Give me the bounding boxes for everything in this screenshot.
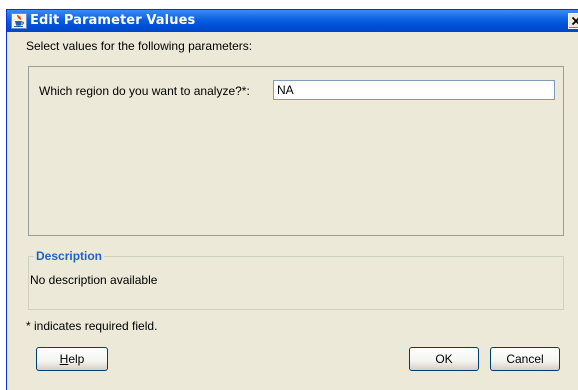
cancel-button[interactable]: Cancel (490, 347, 560, 371)
java-cup-icon (11, 13, 27, 29)
region-parameter-label: Which region do you want to analyze?*: (39, 84, 250, 98)
help-button[interactable]: Help (36, 347, 108, 371)
region-parameter-input[interactable] (273, 80, 555, 100)
instruction-text: Select values for the following paramete… (26, 39, 253, 53)
required-field-note: * indicates required field. (26, 319, 158, 333)
help-label: elp (68, 352, 85, 366)
close-icon[interactable] (568, 13, 578, 29)
dialog-title: Edit Parameter Values (30, 13, 196, 28)
title-bar[interactable]: Edit Parameter Values (7, 10, 578, 32)
ok-button[interactable]: OK (409, 347, 479, 371)
description-text: No description available (30, 273, 158, 287)
parameters-panel: Which region do you want to analyze?*: (28, 66, 564, 236)
description-title: Description (34, 249, 105, 263)
